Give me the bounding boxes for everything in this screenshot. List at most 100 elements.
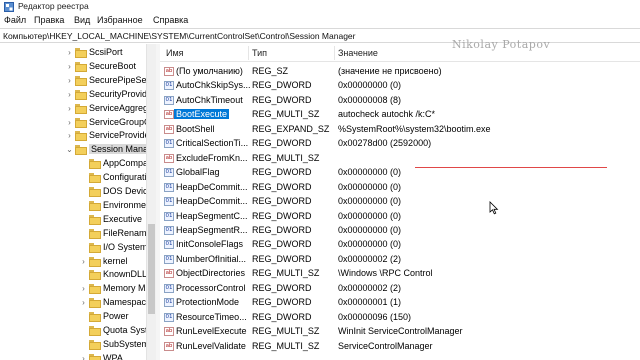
expand-arrow-icon[interactable]: ›	[65, 62, 74, 71]
value-row[interactable]: 01 InitConsoleFlags REG_DWORD 0x00000000 (0…	[160, 238, 640, 252]
values-pane[interactable]: Имя Тип Значение ab (По умолчанию) REG_SZ(…	[160, 44, 640, 360]
binary-value-icon: 01	[164, 225, 174, 235]
tree-item[interactable]: › Namespace	[0, 296, 152, 310]
expand-arrow-icon[interactable]: ›	[65, 118, 74, 127]
address-path[interactable]: Компьютер\HKEY_LOCAL_MACHINE\SYSTEM\Curr…	[3, 31, 355, 41]
value-row[interactable]: 01 NumberOfInitial... REG_DWORD 0x00000002 …	[160, 253, 640, 267]
value-row[interactable]: 01 HeapSegmentC... REG_DWORD 0x00000000 (0)	[160, 210, 640, 224]
expand-arrow-icon[interactable]: ›	[65, 48, 74, 57]
binary-value-icon: 01	[164, 312, 174, 322]
tree-item[interactable]: › SecurityProvid	[0, 88, 152, 102]
value-row[interactable]: 01 HeapDeCommit... REG_DWORD 0x00000000 (0)	[160, 181, 640, 195]
column-separator[interactable]	[334, 46, 335, 60]
value-row[interactable]: ab ObjectDirectories REG_MULTI_SZ \Windows …	[160, 267, 640, 281]
expand-arrow-icon[interactable]: ›	[65, 104, 74, 113]
tree-item[interactable]: › ServiceProvide	[0, 129, 152, 143]
key-tree[interactable]: › ScsiPort › SecureBoot › SecurePipeSer › Secur…	[0, 44, 152, 360]
window-title: Редактор реестра	[18, 1, 89, 11]
value-type: REG_DWORD	[252, 210, 312, 221]
tree-item[interactable]: FileRename	[0, 227, 152, 241]
value-row[interactable]: 01 HeapSegmentR... REG_DWORD 0x00000000 (0)	[160, 224, 640, 238]
value-type: REG_DWORD	[252, 311, 312, 322]
binary-value-icon: 01	[164, 283, 174, 293]
folder-icon	[89, 284, 101, 295]
value-row[interactable]: 01 GlobalFlag REG_DWORD 0x00000000 (0)	[160, 166, 640, 180]
menu-favorites[interactable]: Избранное	[97, 15, 143, 25]
menu-help[interactable]: Справка	[153, 15, 188, 25]
string-value-icon: ab	[164, 341, 174, 351]
value-name: ProtectionMode	[176, 297, 240, 308]
value-row[interactable]: 01 ProtectionMode REG_DWORD 0x00000001 (1)	[160, 296, 640, 310]
expand-arrow-icon[interactable]: ›	[65, 76, 74, 85]
expand-arrow-icon[interactable]: ›	[79, 257, 88, 266]
binary-value-icon: 01	[164, 168, 174, 178]
menu-view[interactable]: Вид	[74, 15, 90, 25]
tree-item-label: ScsiPort	[89, 47, 123, 57]
menu-edit[interactable]: Правка	[34, 15, 64, 25]
tree-item[interactable]: SubSystem	[0, 338, 152, 352]
value-row[interactable]: 01 HeapDeCommit... REG_DWORD 0x00000000 (0)	[160, 195, 640, 209]
tree-item[interactable]: › WPA	[0, 352, 152, 360]
binary-value-icon: 01	[164, 139, 174, 149]
column-name[interactable]: Имя	[166, 48, 184, 58]
folder-icon	[75, 75, 87, 86]
value-data: 0x00000000 (0)	[338, 224, 402, 235]
value-type: REG_DWORD	[252, 239, 312, 250]
tree-item-label: SecurePipeSer	[89, 74, 150, 85]
tree-scrollbar[interactable]	[146, 44, 156, 360]
tree-item[interactable]: Quota Syst	[0, 324, 152, 338]
tree-item[interactable]: › ScsiPort	[0, 46, 152, 60]
value-row[interactable]: ab BootShell REG_EXPAND_SZ %SystemRoot%\sys…	[160, 123, 640, 137]
folder-icon	[89, 214, 101, 225]
tree-item-label: ServiceProvide	[89, 130, 150, 141]
expand-arrow-icon[interactable]: ⌄	[65, 145, 74, 154]
value-name: ObjectDirectories	[176, 268, 246, 279]
tree-item-label: Power	[103, 311, 129, 322]
tree-item[interactable]: › kernel	[0, 255, 152, 269]
tree-item[interactable]: › ServiceGroupO	[0, 116, 152, 130]
tree-item[interactable]: Environmer	[0, 199, 152, 213]
value-row[interactable]: ab BootExecute REG_MULTI_SZ autocheck autoc…	[160, 108, 640, 122]
tree-item[interactable]: Power	[0, 310, 152, 324]
column-separator[interactable]	[248, 46, 249, 60]
expand-arrow-icon[interactable]: ›	[65, 131, 74, 140]
value-type: REG_MULTI_SZ	[252, 340, 320, 351]
value-row[interactable]: 01 ResourceTimeo... REG_DWORD 0x00000096 (1…	[160, 311, 640, 325]
value-name: HeapSegmentR...	[176, 224, 248, 235]
title-bar: Редактор реестра	[0, 0, 640, 14]
value-row[interactable]: 01 AutoChkTimeout REG_DWORD 0x00000008 (8)	[160, 94, 640, 108]
tree-item[interactable]: › ServiceAggreg	[0, 102, 152, 116]
tree-item[interactable]: › SecurePipeSer	[0, 74, 152, 88]
column-value[interactable]: Значение	[338, 48, 378, 58]
value-row[interactable]: ab RunLevelExecute REG_MULTI_SZ WinInit Ser…	[160, 325, 640, 339]
expand-arrow-icon[interactable]: ›	[79, 354, 88, 360]
tree-item[interactable]: DOS Device	[0, 185, 152, 199]
expand-arrow-icon[interactable]: ›	[79, 298, 88, 307]
value-row[interactable]: ab ExcludeFromKn... REG_MULTI_SZ	[160, 152, 640, 166]
expand-arrow-icon[interactable]: ›	[79, 284, 88, 293]
tree-item[interactable]: KnownDLLs	[0, 268, 152, 282]
value-row[interactable]: 01 ProcessorControl REG_DWORD 0x00000002 (2…	[160, 282, 640, 296]
value-data: 0x00000000 (0)	[338, 80, 402, 91]
value-row[interactable]: ab (По умолчанию) REG_SZ (значение не присв…	[160, 65, 640, 79]
tree-item[interactable]: AppCompa	[0, 157, 152, 171]
value-name: RunLevelValidate	[176, 340, 246, 351]
value-row[interactable]: ab RunLevelValidate REG_MULTI_SZ ServiceCon…	[160, 340, 640, 354]
value-row[interactable]: 01 AutoChkSkipSys... REG_DWORD 0x00000000 (…	[160, 79, 640, 93]
tree-item[interactable]: I/O System	[0, 241, 152, 255]
tree-item[interactable]: ⌄ Session Manag	[0, 143, 152, 157]
value-data: ServiceControlManager	[338, 340, 433, 351]
tree-item-label: ServiceAggreg	[89, 102, 149, 113]
tree-item-label: SecurityProvid	[89, 88, 148, 99]
value-row[interactable]: 01 CriticalSectionTi... REG_DWORD 0x00278d0…	[160, 137, 640, 151]
tree-scrollbar-thumb[interactable]	[148, 224, 155, 314]
tree-item[interactable]: Configurati	[0, 171, 152, 185]
menu-file[interactable]: Файл	[4, 15, 26, 25]
tree-item[interactable]: › SecureBoot	[0, 60, 152, 74]
tree-item[interactable]: › Memory M	[0, 282, 152, 296]
tree-item[interactable]: Executive	[0, 213, 152, 227]
column-type[interactable]: Тип	[252, 48, 267, 58]
tree-item-label: DOS Device	[103, 186, 152, 196]
expand-arrow-icon[interactable]: ›	[65, 90, 74, 99]
